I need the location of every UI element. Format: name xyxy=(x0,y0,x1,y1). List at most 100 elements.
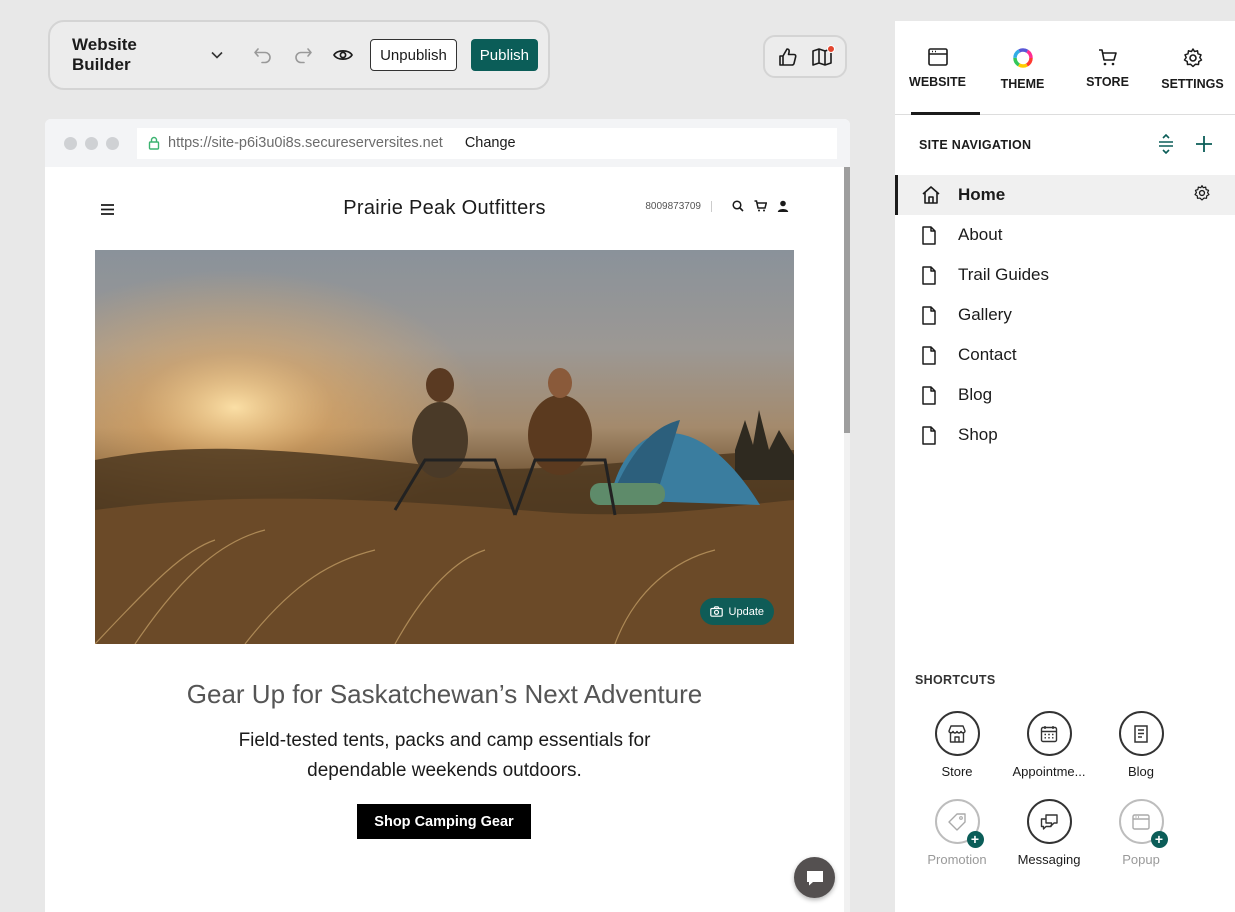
page-icon xyxy=(921,425,941,445)
site-preview: https://site-p6i3u0i8s.secureserversites… xyxy=(45,119,850,912)
shortcut-popup[interactable]: + Popup xyxy=(1095,799,1187,867)
page-icon xyxy=(921,385,941,405)
hero-subline[interactable]: Field-tested tents, packs and camp essen… xyxy=(45,726,844,786)
window-dot xyxy=(106,136,119,150)
page-icon xyxy=(921,225,941,245)
page-settings-gear-icon[interactable] xyxy=(1193,184,1211,207)
shortcuts-grid: Store Appointme... Blog + Promotion Mess… xyxy=(911,711,1217,867)
site-phone[interactable]: 8009873709 xyxy=(645,201,701,212)
update-label: Update xyxy=(728,605,764,618)
shortcut-label: Messaging xyxy=(1017,852,1081,867)
camera-icon xyxy=(709,606,723,617)
panel-tabs: WEBSITE THEME STORE SETTINGS xyxy=(895,21,1235,115)
cart-icon[interactable] xyxy=(754,200,767,212)
nav-item-trail-guides[interactable]: Trail Guides xyxy=(895,255,1235,295)
scrollbar-thumb[interactable] xyxy=(844,167,850,433)
nav-item-shop[interactable]: Shop xyxy=(895,415,1235,455)
add-badge-icon: + xyxy=(966,831,984,848)
undo-icon[interactable] xyxy=(250,42,276,68)
site-navigation-title: SITE NAVIGATION xyxy=(919,138,1032,152)
builder-title: Website Builder xyxy=(72,35,137,74)
tab-label: THEME xyxy=(1000,77,1045,91)
hero-subline-line-2: dependable weekends outdoors. xyxy=(307,760,582,781)
shop-camping-gear-button[interactable]: Shop Camping Gear xyxy=(357,804,531,839)
shortcut-label: Promotion xyxy=(927,852,987,867)
hero-image[interactable]: Update xyxy=(95,250,794,644)
builder-toolbar: Website Builder Unpublish Publish xyxy=(48,20,550,90)
shortcuts-title: SHORTCUTS xyxy=(915,673,996,687)
thumbs-up-icon[interactable] xyxy=(775,44,801,70)
shortcut-label: Appointme... xyxy=(1012,764,1086,779)
tab-theme[interactable]: THEME xyxy=(980,21,1065,114)
page-icon xyxy=(921,345,941,365)
shortcut-store[interactable]: Store xyxy=(911,711,1003,779)
feedback-toolbar xyxy=(763,35,847,78)
reorder-icon[interactable] xyxy=(1157,133,1175,157)
cart-icon xyxy=(1098,49,1117,66)
site-header: Prairie Peak Outfitters 8009873709 xyxy=(45,167,844,249)
tag-icon: + xyxy=(934,799,984,848)
hero-subline-line-1: Field-tested tents, packs and camp essen… xyxy=(238,730,651,751)
nav-item-gallery[interactable]: Gallery xyxy=(895,295,1235,335)
nav-item-contact[interactable]: Contact xyxy=(895,335,1235,375)
tab-label: STORE xyxy=(1086,75,1129,89)
notification-dot xyxy=(827,44,835,53)
gear-icon xyxy=(1183,48,1202,68)
tab-label: SETTINGS xyxy=(1161,77,1224,91)
window-dot xyxy=(64,136,77,150)
publish-button[interactable]: Publish xyxy=(470,39,538,71)
shortcut-label: Popup xyxy=(1122,852,1160,867)
nav-item-label: About xyxy=(958,225,1003,244)
chat-bubble-icon[interactable] xyxy=(794,857,835,898)
add-page-icon[interactable] xyxy=(1195,135,1213,156)
storefront-icon xyxy=(934,711,980,756)
nav-item-label: Trail Guides xyxy=(958,265,1050,284)
color-wheel-icon xyxy=(1012,48,1033,68)
map-icon[interactable] xyxy=(809,44,835,70)
blog-post-icon xyxy=(1118,711,1164,756)
shortcut-appointments[interactable]: Appointme... xyxy=(1003,711,1095,779)
page-icon xyxy=(921,265,941,285)
change-domain-link[interactable]: Change xyxy=(465,135,516,151)
nav-item-label: Gallery xyxy=(958,305,1012,324)
nav-item-blog[interactable]: Blog xyxy=(895,375,1235,415)
nav-item-label: Shop xyxy=(958,425,998,444)
window-dot xyxy=(85,136,98,150)
search-icon[interactable] xyxy=(732,200,744,212)
popup-window-icon: + xyxy=(1118,799,1168,848)
chat-bubbles-icon xyxy=(1026,799,1072,844)
nav-item-about[interactable]: About xyxy=(895,215,1235,255)
account-icon[interactable] xyxy=(777,200,789,212)
builder-side-panel: WEBSITE THEME STORE SETTINGS SITE NAVIGA… xyxy=(895,21,1235,912)
tab-settings[interactable]: SETTINGS xyxy=(1150,21,1235,114)
calendar-icon xyxy=(1026,711,1072,756)
site-navigation-header: SITE NAVIGATION xyxy=(895,115,1235,175)
redo-icon[interactable] xyxy=(290,42,316,68)
hero-photo-illustration xyxy=(95,250,794,644)
shortcut-blog[interactable]: Blog xyxy=(1095,711,1187,779)
chevron-down-icon xyxy=(211,51,223,59)
tab-website[interactable]: WEBSITE xyxy=(895,21,980,115)
tab-label: WEBSITE xyxy=(909,75,966,89)
unpublish-button[interactable]: Unpublish xyxy=(370,39,457,71)
shortcut-label: Blog xyxy=(1127,764,1155,779)
preview-scrollbar[interactable] xyxy=(844,167,850,912)
shortcut-label: Store xyxy=(941,764,973,779)
url-bar: https://site-p6i3u0i8s.secureserversites… xyxy=(137,127,837,159)
divider xyxy=(711,200,712,212)
browser-bar: https://site-p6i3u0i8s.secureserversites… xyxy=(45,119,850,167)
site-url: https://site-p6i3u0i8s.secureserversites… xyxy=(168,135,443,151)
nav-item-label: Contact xyxy=(958,345,1017,364)
preview-eye-icon[interactable] xyxy=(330,42,356,68)
nav-item-home[interactable]: Home xyxy=(895,175,1235,215)
home-icon xyxy=(921,185,941,205)
shortcut-messaging[interactable]: Messaging xyxy=(1003,799,1095,867)
hero-headline[interactable]: Gear Up for Saskatchewan’s Next Adventur… xyxy=(45,679,844,710)
tab-store[interactable]: STORE xyxy=(1065,21,1150,114)
shortcut-promotion[interactable]: + Promotion xyxy=(911,799,1003,867)
nav-item-label: Home xyxy=(958,185,1006,204)
builder-menu[interactable]: Website Builder xyxy=(72,35,224,75)
lock-icon xyxy=(148,136,160,150)
update-image-button[interactable]: Update xyxy=(699,598,774,625)
add-badge-icon: + xyxy=(1150,831,1168,848)
